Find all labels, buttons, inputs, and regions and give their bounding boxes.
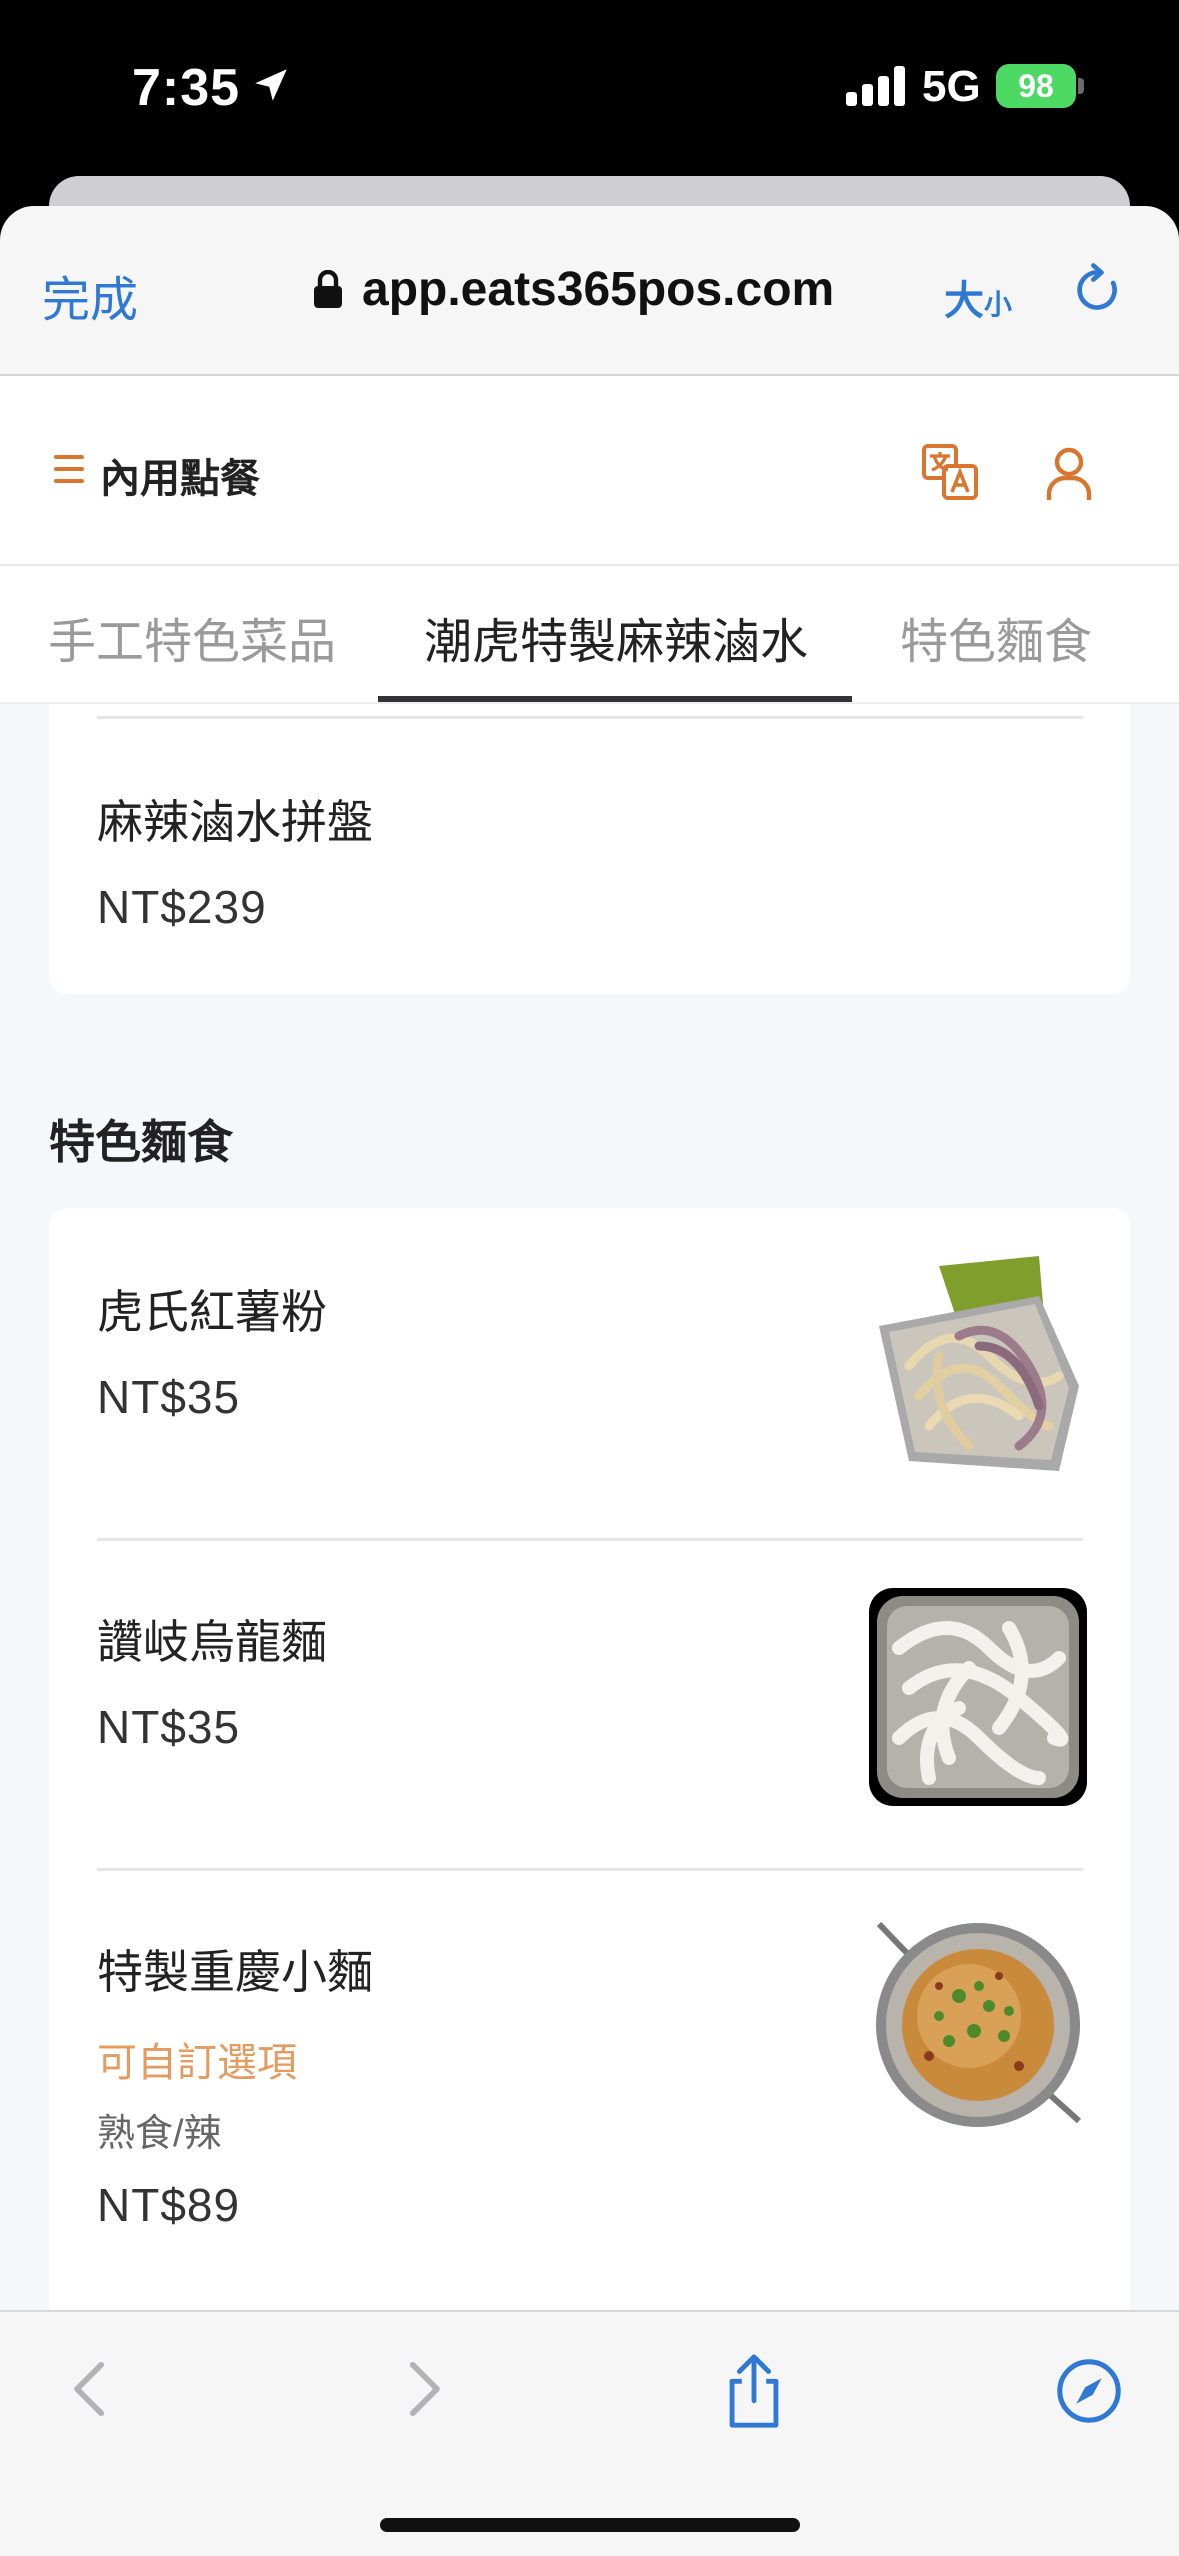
item-name: 特製重慶小麵 — [97, 1946, 373, 1998]
compass-icon[interactable] — [1056, 2358, 1122, 2424]
home-indicator — [380, 2518, 800, 2532]
item-price: NT$239 — [97, 881, 267, 933]
menu-card-spicy-platter[interactable]: 麻辣滷水拼盤 NT$239 — [49, 704, 1130, 994]
lock-icon — [314, 270, 342, 308]
item-name: 虎氏紅薯粉 — [97, 1286, 327, 1338]
udon-image — [869, 1588, 1087, 1806]
tab-handmade-dishes[interactable]: 手工特色菜品 — [48, 602, 336, 672]
menu-content: 麻辣滷水拼盤 NT$239 特色麵食 虎氏紅薯粉 NT$35 讚岐烏龍麵 NT$… — [0, 704, 1179, 2310]
text-size-big: 大 — [944, 279, 984, 323]
item-price: NT$89 — [97, 2179, 241, 2231]
category-tabs: 手工特色菜品 潮虎特製麻辣滷水 特色麵食 — [0, 566, 1179, 704]
done-button[interactable]: 完成 — [42, 260, 138, 330]
active-tab-indicator — [378, 696, 852, 702]
divider — [97, 716, 1083, 719]
text-size-small: 小 — [984, 289, 1013, 320]
forward-icon[interactable] — [404, 2356, 448, 2422]
location-arrow-icon — [255, 69, 287, 101]
divider — [97, 1538, 1083, 1541]
section-title: 特色麵食 — [49, 1116, 233, 1168]
noodles-card: 虎氏紅薯粉 NT$35 讚岐烏龍麵 NT$35 特製重慶小麵 可自訂選項 熟食/… — [49, 1208, 1130, 2310]
chongqing-noodle-image — [869, 1916, 1087, 2134]
tab-spicy-braised[interactable]: 潮虎特製麻辣滷水 — [424, 602, 808, 672]
item-description: 熟食/辣 — [97, 2113, 222, 2155]
url-bar[interactable]: app.eats365pos.com — [362, 262, 834, 317]
item-name: 麻辣滷水拼盤 — [97, 796, 373, 848]
back-icon[interactable] — [66, 2356, 110, 2422]
battery-level: 98 — [1018, 68, 1054, 104]
divider — [97, 1868, 1083, 1871]
customizable-label: 可自訂選項 — [97, 2041, 297, 2085]
battery-tip — [1078, 78, 1084, 94]
app-title: 內用點餐 — [100, 457, 260, 501]
item-price: NT$35 — [97, 1701, 241, 1753]
network-label: 5G — [922, 62, 981, 111]
share-icon[interactable] — [722, 2352, 786, 2430]
tab-special-noodles[interactable]: 特色麵食 — [900, 602, 1092, 672]
reload-icon[interactable] — [1070, 262, 1126, 318]
translate-icon[interactable] — [920, 442, 980, 502]
menu-icon[interactable] — [54, 455, 84, 483]
sweet-potato-noodle-image — [869, 1256, 1087, 1474]
item-price: NT$35 — [97, 1371, 241, 1423]
user-icon[interactable] — [1044, 446, 1094, 502]
signal-icon — [846, 66, 908, 106]
text-size-button[interactable]: 大小 — [944, 268, 1012, 326]
status-bar: 7:35 5G 98 — [0, 0, 1179, 175]
battery-icon: 98 — [996, 64, 1076, 108]
status-time: 7:35 — [132, 59, 241, 117]
item-name: 讚岐烏龍麵 — [97, 1616, 327, 1668]
